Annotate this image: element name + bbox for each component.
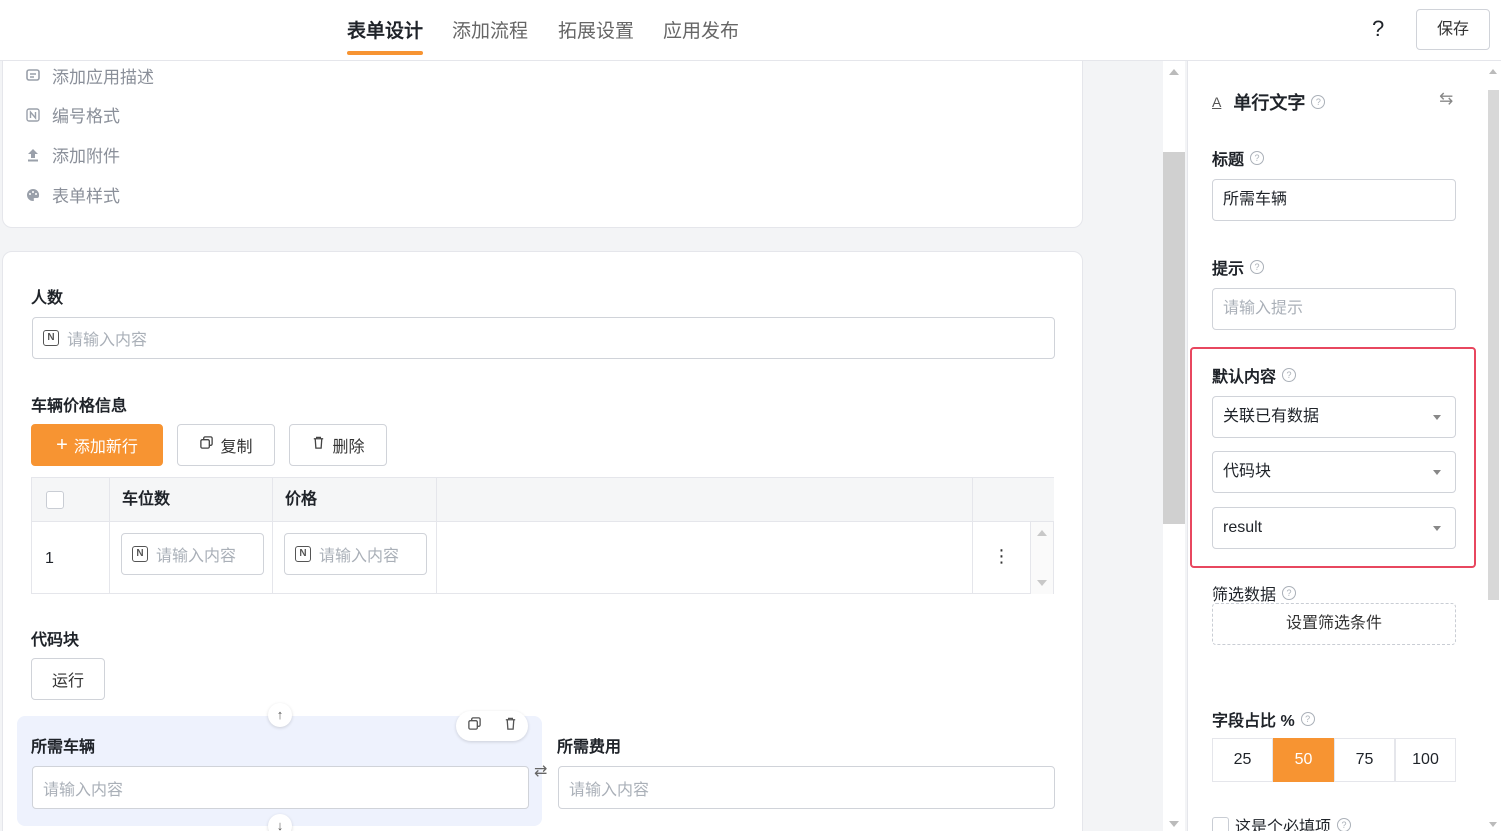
code-block-label: 代码块	[31, 632, 80, 649]
width-option-75[interactable]: 75	[1334, 738, 1395, 782]
column-header-price: 价格	[273, 478, 437, 522]
vehicle-table: 车位数 价格 1 N 请输入内容 N 请输入内容 ⋮	[31, 477, 1054, 594]
row-more-icon[interactable]: ⋮	[973, 522, 1031, 594]
run-button[interactable]: 运行	[31, 658, 105, 700]
price-input[interactable]: N 请输入内容	[284, 533, 427, 575]
number-icon: N	[132, 546, 148, 562]
select-all-header	[32, 478, 110, 522]
add-row-label: 添加新行	[73, 439, 138, 456]
hint-input[interactable]: 请输入提示	[1212, 288, 1456, 330]
text-field-icon: A	[1212, 94, 1222, 110]
number-format-icon	[24, 106, 42, 124]
filter-data-label-text: 筛选数据	[1212, 587, 1277, 604]
title-label-text: 标题	[1212, 152, 1245, 169]
column-header-actions	[973, 478, 1054, 522]
required-label: 这是个必填项	[1235, 819, 1332, 831]
people-input[interactable]: N 请输入内容	[32, 317, 1055, 359]
copy-button[interactable]: 复制	[177, 424, 275, 466]
default-content-highlight	[1190, 347, 1476, 568]
save-button[interactable]: 保存	[1416, 9, 1490, 50]
parking-input[interactable]: N 请输入内容	[121, 533, 264, 575]
add-description-label: 添加应用描述	[52, 68, 154, 87]
duplicate-icon[interactable]	[467, 716, 482, 736]
parking-placeholder: 请输入内容	[156, 548, 237, 565]
copy-label: 复制	[220, 439, 253, 456]
vehicles-needed-input[interactable]: 请输入内容	[32, 766, 529, 809]
column-header-parking: 车位数	[110, 478, 273, 522]
people-placeholder: 请输入内容	[67, 332, 148, 349]
help-circle-icon[interactable]: ?	[1337, 818, 1352, 831]
cost-needed-placeholder: 请输入内容	[569, 781, 650, 799]
set-filter-button[interactable]: 设置筛选条件	[1212, 603, 1456, 645]
width-option-25[interactable]: 25	[1212, 738, 1273, 782]
people-label: 人数	[31, 290, 64, 307]
add-description-item[interactable]: 添加应用描述	[24, 63, 154, 88]
table-scrollbar[interactable]	[1031, 522, 1053, 594]
required-checkbox[interactable]	[1212, 816, 1229, 831]
help-circle-icon[interactable]: ?	[1300, 712, 1315, 726]
price-placeholder: 请输入内容	[319, 548, 400, 565]
copy-icon	[199, 435, 214, 455]
delete-button[interactable]: 删除	[289, 424, 387, 466]
filter-data-label: 筛选数据 ?	[1212, 581, 1297, 605]
trash-icon	[311, 435, 326, 455]
number-format-label: 编号格式	[52, 107, 120, 126]
vehicles-needed-placeholder: 请输入内容	[43, 781, 124, 799]
number-icon: N	[43, 330, 59, 346]
delete-label: 删除	[332, 439, 365, 456]
required-row: 这是个必填项 ?	[1212, 813, 1352, 831]
settings-card	[2, 61, 1083, 228]
tab-app-publish[interactable]: 应用发布	[663, 16, 739, 43]
table-cell: N 请输入内容	[110, 522, 273, 594]
title-input[interactable]: 所需车辆	[1212, 179, 1456, 221]
tab-add-process[interactable]: 添加流程	[452, 16, 528, 43]
add-attachment-item[interactable]: 添加附件	[24, 142, 120, 167]
help-circle-icon[interactable]: ?	[1282, 586, 1297, 600]
move-down-icon[interactable]: ↓	[268, 814, 292, 831]
vehicle-table-label: 车辆价格信息	[31, 398, 128, 415]
comment-icon	[24, 67, 42, 85]
switch-type-icon[interactable]: ⇆	[1439, 89, 1453, 109]
tab-form-design[interactable]: 表单设计	[331, 16, 439, 55]
hint-label: 提示 ?	[1212, 255, 1265, 279]
swap-icon[interactable]: ⇄	[534, 761, 547, 781]
table-cell	[437, 522, 973, 594]
number-format-item[interactable]: 编号格式	[24, 102, 120, 127]
table-cell: N 请输入内容	[273, 522, 437, 594]
panel-scroll-thumb[interactable]	[1488, 90, 1499, 600]
width-option-100[interactable]: 100	[1395, 738, 1456, 782]
form-style-item[interactable]: 表单样式	[24, 182, 120, 207]
add-row-button[interactable]: + 添加新行	[31, 424, 163, 466]
number-icon: N	[295, 546, 311, 562]
help-circle-icon[interactable]: ?	[1311, 95, 1326, 109]
cost-needed-input[interactable]: 请输入内容	[558, 766, 1055, 809]
field-actions	[456, 711, 528, 741]
hint-label-text: 提示	[1212, 261, 1245, 278]
help-circle-icon[interactable]: ?	[1250, 151, 1265, 165]
trash-icon[interactable]	[503, 716, 518, 736]
top-bar: 表单设计 添加流程 拓展设置 应用发布 ? 保存	[0, 0, 1501, 61]
column-header-empty	[437, 478, 973, 522]
field-type-title: A 单行文字 ?	[1212, 89, 1326, 115]
vehicles-needed-label: 所需车辆	[31, 739, 96, 756]
cost-needed-label: 所需费用	[557, 739, 622, 756]
palette-icon	[24, 186, 42, 204]
upload-icon	[24, 146, 42, 164]
help-icon[interactable]: ?	[1372, 16, 1384, 42]
help-circle-icon[interactable]: ?	[1250, 260, 1265, 274]
width-ratio-label: 字段占比 % ?	[1212, 707, 1315, 731]
canvas-scroll-thumb[interactable]	[1163, 152, 1185, 524]
width-option-50[interactable]: 50	[1273, 738, 1334, 782]
row-index: 1	[32, 522, 110, 594]
width-ratio-label-text: 字段占比 %	[1212, 713, 1295, 730]
move-up-icon[interactable]: ↑	[268, 703, 292, 727]
add-attachment-label: 添加附件	[52, 147, 120, 166]
field-type-label: 单行文字	[1233, 93, 1306, 113]
select-all-checkbox[interactable]	[46, 491, 64, 509]
form-canvas: 添加应用描述 编号格式 添加附件 表单样式 人数 N 请输入内容 车辆价格信息 …	[0, 61, 1186, 831]
form-style-label: 表单样式	[52, 187, 120, 206]
tab-extension-settings[interactable]: 拓展设置	[558, 16, 634, 43]
title-label: 标题 ?	[1212, 146, 1265, 170]
plus-icon: +	[56, 433, 68, 456]
